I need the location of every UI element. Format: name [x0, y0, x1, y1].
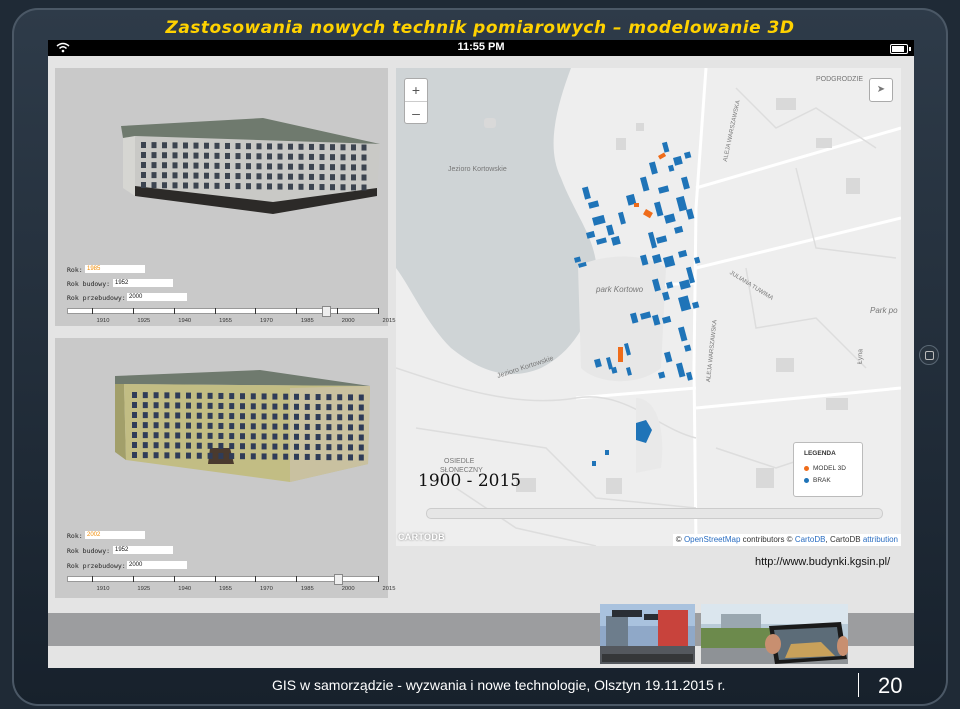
rok-label: Rok: — [67, 266, 83, 274]
footer-divider — [858, 673, 859, 697]
slider-tick — [132, 576, 134, 582]
year-tick-label: 1955 — [219, 318, 233, 324]
building-3d-model-1[interactable] — [115, 116, 390, 216]
tablet-ar-photo — [701, 604, 848, 664]
year-tick-label: 2015 — [382, 318, 396, 324]
rok-field[interactable]: 1985 — [85, 265, 145, 273]
year-tick-label: 1940 — [178, 586, 192, 592]
estate-label-1: OSIEDLE — [444, 458, 475, 465]
map-legend: LEGENDA MODEL 3D BRAK — [793, 442, 863, 497]
status-bar: 11:55 PM — [48, 40, 914, 56]
year-tick-label: 1910 — [96, 318, 110, 324]
year-tick-label: 1910 — [96, 586, 110, 592]
year-tick-label: 1940 — [178, 318, 192, 324]
legend-title: LEGENDA — [804, 450, 836, 457]
legend-dot-icon — [804, 477, 809, 483]
website-url[interactable]: http://www.budynki.kgsin.pl/ — [755, 556, 890, 568]
slider-tick — [214, 308, 216, 314]
slider-thumb[interactable] — [333, 574, 343, 585]
year-tick-label: 1985 — [300, 586, 314, 592]
legend-dot-icon — [804, 465, 809, 471]
slider-tick — [378, 576, 379, 582]
legend-item-brak: BRAK — [804, 477, 831, 484]
slide-title: Zastosowania nowych technik pomiarowych … — [165, 18, 795, 38]
park-label: park Kortowo — [596, 285, 644, 294]
slider-tick — [132, 308, 134, 314]
year-range-label: 1900 - 2015 — [418, 471, 522, 491]
rok-budowy-label: Rok budowy: — [67, 547, 111, 555]
time-slider[interactable] — [426, 508, 883, 519]
year-tick-label: 1925 — [137, 318, 151, 324]
rok-przebudowy-label: Rok przebudowy: — [67, 562, 126, 570]
building-viewer-2: Rok: 2002 Rok budowy: 1952 Rok przebudow… — [55, 338, 395, 598]
slider-tick — [296, 576, 298, 582]
legend-item-model3d: MODEL 3D — [804, 465, 846, 472]
year-tick-label: 1985 — [300, 318, 314, 324]
attribution-link[interactable]: attribution — [863, 535, 898, 544]
cartodb-link[interactable]: CartoDB — [795, 535, 826, 544]
slider-tick — [173, 576, 175, 582]
slider-tick — [255, 576, 257, 582]
park-label-2: Park po — [870, 306, 898, 315]
map-attribution: © OpenStreetMap contributors © CartoDB, … — [672, 534, 901, 546]
year-slider-2[interactable] — [67, 574, 379, 585]
rok-przebudowy-field[interactable]: 2000 — [127, 293, 187, 301]
year-tick-label: 1925 — [137, 586, 151, 592]
map-view[interactable]: + – ➤ Jezioro Kortowskie Jezioro Kortows… — [396, 68, 901, 546]
slider-tick — [255, 308, 257, 314]
slider-tick — [92, 576, 93, 582]
year-slider-1[interactable] — [67, 306, 379, 317]
district-label: PODGRODZIE — [816, 76, 864, 83]
year-tick-label: 2000 — [341, 586, 355, 592]
rok-przebudowy-field[interactable]: 2000 — [127, 561, 187, 569]
cartodb-logo: CARTODB — [398, 532, 445, 542]
ar-street-photo — [600, 604, 695, 664]
home-button[interactable] — [919, 345, 939, 365]
zoom-out-button[interactable]: – — [405, 102, 427, 124]
app-screen: Rok: 1985 Rok budowy: 1952 Rok przebudow… — [48, 56, 914, 668]
rok-budowy-label: Rok budowy: — [67, 280, 111, 288]
rok-label: Rok: — [67, 532, 83, 540]
slider-tick — [337, 308, 339, 314]
rok-budowy-field[interactable]: 1952 — [113, 546, 173, 554]
osm-link[interactable]: OpenStreetMap — [684, 535, 740, 544]
year-tick-label: 1955 — [219, 586, 233, 592]
rok-budowy-field[interactable]: 1952 — [113, 279, 173, 287]
year-tick-label: 1970 — [259, 318, 273, 324]
slider-tick — [378, 308, 379, 314]
footer-text: GIS w samorządzie - wyzwania i nowe tech… — [272, 677, 726, 693]
slider-tick — [92, 308, 93, 314]
slider-tick — [173, 308, 175, 314]
page-number: 20 — [878, 673, 903, 698]
rok-przebudowy-label: Rok przebudowy: — [67, 294, 126, 302]
river-label: Łyna — [856, 348, 865, 365]
slider-tick — [214, 576, 216, 582]
slider-tick — [296, 308, 298, 314]
zoom-control: + – — [404, 78, 428, 124]
year-tick-label: 1970 — [259, 586, 273, 592]
zoom-in-button[interactable]: + — [405, 79, 427, 102]
slider-thumb[interactable] — [321, 306, 331, 317]
rok-field[interactable]: 2002 — [85, 531, 145, 539]
share-icon[interactable]: ➤ — [869, 78, 893, 102]
year-tick-label: 2015 — [382, 586, 396, 592]
battery-icon — [890, 44, 911, 54]
building-viewer-1: Rok: 1985 Rok budowy: 1952 Rok przebudow… — [55, 68, 395, 326]
building-3d-model-2[interactable] — [110, 368, 380, 488]
lake-label: Jezioro Kortowskie — [448, 166, 507, 173]
year-tick-label: 2000 — [341, 318, 355, 324]
clock: 11:55 PM — [457, 41, 505, 53]
